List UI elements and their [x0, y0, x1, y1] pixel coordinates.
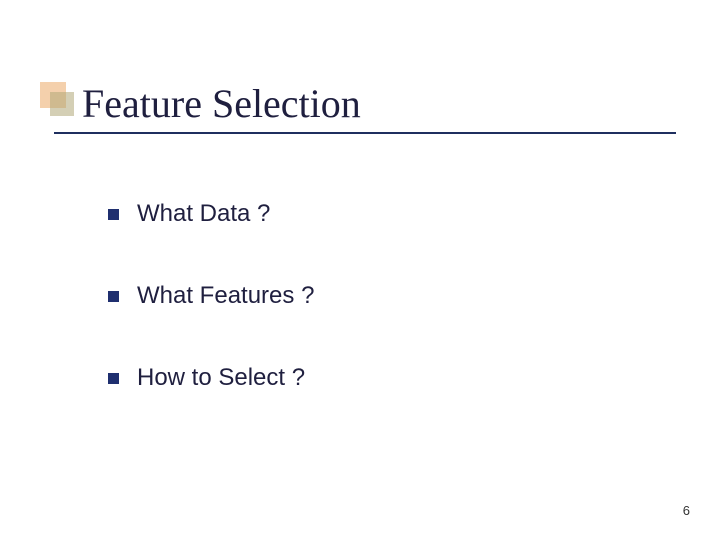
- bullet-square-icon: [108, 209, 119, 220]
- list-item: How to Select ?: [108, 364, 314, 392]
- bullet-square-icon: [108, 373, 119, 384]
- bullet-text: What Data ?: [137, 200, 270, 228]
- bullet-square-icon: [108, 291, 119, 302]
- bullet-text: How to Select ?: [137, 364, 305, 392]
- decoration-square-front: [50, 92, 74, 116]
- title-decoration: [40, 82, 74, 116]
- bullet-text: What Features ?: [137, 282, 314, 310]
- list-item: What Data ?: [108, 200, 314, 228]
- list-item: What Features ?: [108, 282, 314, 310]
- bullet-list: What Data ? What Features ? How to Selec…: [108, 200, 314, 446]
- page-number: 6: [683, 503, 690, 518]
- slide-title: Feature Selection: [82, 80, 361, 127]
- title-underline: [54, 132, 676, 134]
